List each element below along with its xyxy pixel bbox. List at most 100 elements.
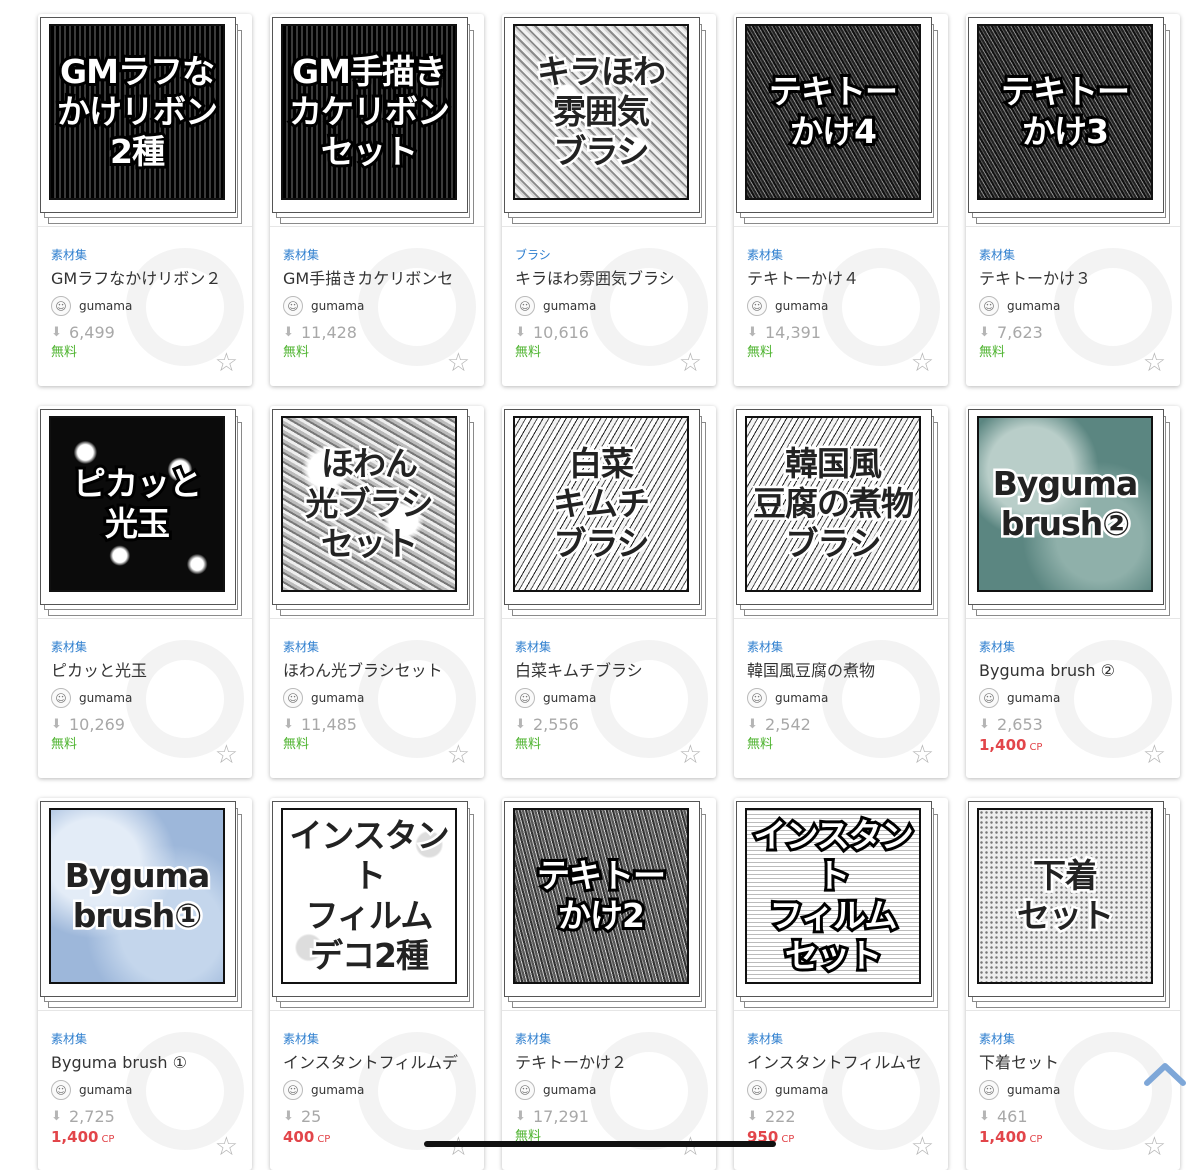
thumbnail[interactable]: 韓国風 豆腐の煮物 ブラシ — [734, 406, 948, 618]
thumbnail-art: インスタント フィルム セット — [745, 808, 921, 984]
thumbnail-art: 下着 セット — [977, 808, 1153, 984]
thumbnail[interactable]: GM手描き カケリボン セット — [270, 14, 484, 226]
author[interactable]: ☺ gumama — [515, 1077, 708, 1103]
star-outline-icon[interactable]: ☆ — [911, 350, 934, 376]
material-title[interactable]: 韓国風豆腐の煮物 — [747, 659, 940, 683]
material-title[interactable]: ピカッと光玉 — [51, 659, 244, 683]
material-title[interactable]: インスタントフィルムセ — [747, 1051, 940, 1075]
category-label[interactable]: ブラシ — [515, 246, 708, 264]
thumbnail[interactable]: インスタント フィルム デコ2種 — [270, 798, 484, 1010]
material-card[interactable]: インスタント フィルム セット 素材集 インスタントフィルムセ ☺ gumama… — [734, 798, 948, 1170]
author[interactable]: ☺ gumama — [515, 685, 708, 711]
download-icon: ⬇ — [747, 324, 758, 340]
material-title[interactable]: キラほわ雰囲気ブラシ — [515, 267, 708, 291]
download-icon: ⬇ — [283, 324, 294, 340]
user-avatar-icon: ☺ — [283, 296, 303, 316]
author[interactable]: ☺ gumama — [283, 293, 476, 319]
author[interactable]: ☺ gumama — [283, 1077, 476, 1103]
material-card[interactable]: インスタント フィルム デコ2種 素材集 インスタントフィルムデ ☺ gumam… — [270, 798, 484, 1170]
material-card[interactable]: GM手描き カケリボン セット 素材集 GM手描きカケリボンセ ☺ gumama… — [270, 14, 484, 386]
author-name: gumama — [1007, 299, 1061, 313]
author[interactable]: ☺ gumama — [979, 685, 1172, 711]
material-title[interactable]: ほわん光ブラシセット — [283, 659, 476, 683]
material-card[interactable]: 白菜 キムチ ブラシ 素材集 白菜キムチブラシ ☺ gumama ⬇ 2,556… — [502, 406, 716, 778]
thumbnail[interactable]: インスタント フィルム セット — [734, 798, 948, 1010]
author[interactable]: ☺ gumama — [747, 685, 940, 711]
thumbnail[interactable]: 白菜 キムチ ブラシ — [502, 406, 716, 618]
star-outline-icon[interactable]: ☆ — [447, 350, 470, 376]
author[interactable]: ☺ gumama — [515, 293, 708, 319]
star-outline-icon[interactable]: ☆ — [1143, 742, 1166, 768]
material-card[interactable]: 韓国風 豆腐の煮物 ブラシ 素材集 韓国風豆腐の煮物 ☺ gumama ⬇ 2,… — [734, 406, 948, 778]
material-card[interactable]: Byguma brush① 素材集 Byguma brush ① ☺ gumam… — [38, 798, 252, 1170]
category-label[interactable]: 素材集 — [979, 1030, 1172, 1048]
category-label[interactable]: 素材集 — [747, 638, 940, 656]
star-outline-icon[interactable]: ☆ — [215, 1134, 238, 1160]
material-card[interactable]: ほわん 光ブラシ セット 素材集 ほわん光ブラシセット ☺ gumama ⬇ 1… — [270, 406, 484, 778]
material-title[interactable]: テキトーかけ４ — [747, 267, 940, 291]
author[interactable]: ☺ gumama — [979, 293, 1172, 319]
star-outline-icon[interactable]: ☆ — [447, 742, 470, 768]
star-outline-icon[interactable]: ☆ — [911, 742, 934, 768]
thumbnail[interactable]: ほわん 光ブラシ セット — [270, 406, 484, 618]
user-avatar-icon: ☺ — [515, 1080, 535, 1100]
star-outline-icon[interactable]: ☆ — [215, 742, 238, 768]
star-outline-icon[interactable]: ☆ — [215, 350, 238, 376]
material-title[interactable]: 白菜キムチブラシ — [515, 659, 708, 683]
price-value: 無料 — [283, 737, 310, 752]
star-outline-icon[interactable]: ☆ — [679, 1134, 702, 1160]
star-outline-icon[interactable]: ☆ — [1143, 350, 1166, 376]
thumbnail[interactable]: Byguma brush① — [38, 798, 252, 1010]
author[interactable]: ☺ gumama — [51, 1077, 244, 1103]
category-label[interactable]: 素材集 — [515, 1030, 708, 1048]
category-label[interactable]: 素材集 — [747, 246, 940, 264]
thumbnail[interactable]: GMラフな かけリボン 2種 — [38, 14, 252, 226]
material-title[interactable]: テキトーかけ２ — [515, 1051, 708, 1075]
material-title[interactable]: GMラフなかけリボン２ — [51, 267, 244, 291]
material-title[interactable]: テキトーかけ３ — [979, 267, 1172, 291]
author[interactable]: ☺ gumama — [979, 1077, 1172, 1103]
author[interactable]: ☺ gumama — [51, 685, 244, 711]
star-outline-icon[interactable]: ☆ — [679, 350, 702, 376]
material-card[interactable]: テキトー かけ4 素材集 テキトーかけ４ ☺ gumama ⬇ 14,391 無… — [734, 14, 948, 386]
author[interactable]: ☺ gumama — [747, 293, 940, 319]
material-title[interactable]: インスタントフィルムデ — [283, 1051, 476, 1075]
material-card[interactable]: ピカッと 光玉 素材集 ピカッと光玉 ☺ gumama ⬇ 10,269 無料 … — [38, 406, 252, 778]
star-outline-icon[interactable]: ☆ — [447, 1134, 470, 1160]
author[interactable]: ☺ gumama — [747, 1077, 940, 1103]
material-title[interactable]: 下着セット — [979, 1051, 1172, 1075]
star-outline-icon[interactable]: ☆ — [1143, 1134, 1166, 1160]
category-label[interactable]: 素材集 — [51, 638, 244, 656]
material-title[interactable]: Byguma brush ① — [51, 1051, 244, 1075]
thumbnail[interactable]: Byguma brush② — [966, 406, 1180, 618]
thumbnail[interactable]: ピカッと 光玉 — [38, 406, 252, 618]
category-label[interactable]: 素材集 — [51, 1030, 244, 1048]
star-outline-icon[interactable]: ☆ — [679, 742, 702, 768]
thumbnail[interactable]: テキトー かけ3 — [966, 14, 1180, 226]
material-card[interactable]: テキトー かけ2 素材集 テキトーかけ２ ☺ gumama ⬇ 17,291 無… — [502, 798, 716, 1170]
category-label[interactable]: 素材集 — [515, 638, 708, 656]
material-title[interactable]: Byguma brush ② — [979, 659, 1172, 683]
material-card[interactable]: 下着 セット 素材集 下着セット ☺ gumama ⬇ 461 1,400 CP … — [966, 798, 1180, 1170]
category-label[interactable]: 素材集 — [51, 246, 244, 264]
material-card[interactable]: キラほわ 雰囲気 ブラシ ブラシ キラほわ雰囲気ブラシ ☺ gumama ⬇ 1… — [502, 14, 716, 386]
category-label[interactable]: 素材集 — [979, 246, 1172, 264]
category-label[interactable]: 素材集 — [283, 1030, 476, 1048]
thumbnail[interactable]: 下着 セット — [966, 798, 1180, 1010]
material-title[interactable]: GM手描きカケリボンセ — [283, 267, 476, 291]
category-label[interactable]: 素材集 — [747, 1030, 940, 1048]
author[interactable]: ☺ gumama — [283, 685, 476, 711]
material-card[interactable]: Byguma brush② 素材集 Byguma brush ② ☺ gumam… — [966, 406, 1180, 778]
thumbnail[interactable]: テキトー かけ2 — [502, 798, 716, 1010]
author[interactable]: ☺ gumama — [51, 293, 244, 319]
thumbnail[interactable]: テキトー かけ4 — [734, 14, 948, 226]
thumbnail[interactable]: キラほわ 雰囲気 ブラシ — [502, 14, 716, 226]
download-stats: ⬇ 10,269 — [51, 713, 244, 735]
category-label[interactable]: 素材集 — [283, 246, 476, 264]
material-card[interactable]: GMラフな かけリボン 2種 素材集 GMラフなかけリボン２ ☺ gumama … — [38, 14, 252, 386]
category-label[interactable]: 素材集 — [283, 638, 476, 656]
star-outline-icon[interactable]: ☆ — [911, 1134, 934, 1160]
thumbnail-art: 白菜 キムチ ブラシ — [513, 416, 689, 592]
category-label[interactable]: 素材集 — [979, 638, 1172, 656]
material-card[interactable]: テキトー かけ3 素材集 テキトーかけ３ ☺ gumama ⬇ 7,623 無料… — [966, 14, 1180, 386]
